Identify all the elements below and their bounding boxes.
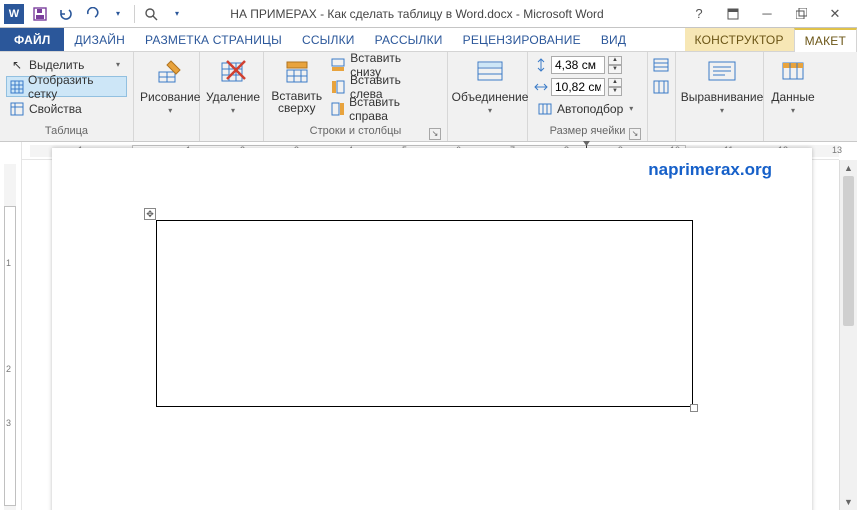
tab-file[interactable]: ФАЙЛ bbox=[0, 28, 64, 51]
distribute-cols-button[interactable] bbox=[650, 76, 672, 97]
restore-button[interactable] bbox=[787, 3, 815, 25]
tab-page-layout[interactable]: РАЗМЕТКА СТРАНИЦЫ bbox=[135, 28, 292, 51]
page: naprimerax.org ✥ bbox=[52, 148, 812, 510]
properties-button[interactable]: Свойства bbox=[6, 98, 127, 119]
group-table-label: Таблица bbox=[45, 125, 88, 137]
data-label: Данные bbox=[771, 90, 814, 104]
insert-right-label: Вставить справа bbox=[349, 95, 434, 123]
distribute-rows-button[interactable] bbox=[650, 54, 672, 75]
properties-label: Свойства bbox=[29, 102, 82, 116]
tab-table-design[interactable]: КОНСТРУКТОР bbox=[685, 28, 794, 51]
scroll-down[interactable]: ▼ bbox=[840, 494, 857, 510]
redo-button[interactable] bbox=[80, 3, 104, 25]
col-width-input[interactable] bbox=[551, 78, 605, 96]
merge-button[interactable]: Объединение▾ bbox=[454, 54, 526, 115]
quick-access-toolbar: ▾ ▾ bbox=[28, 3, 189, 25]
grid-icon bbox=[9, 79, 24, 95]
table-move-handle[interactable]: ✥ bbox=[144, 208, 156, 220]
height-down[interactable]: ▼ bbox=[608, 65, 622, 74]
alignment-button[interactable]: Выравнивание▾ bbox=[682, 54, 762, 115]
qat-customize-button[interactable]: ▾ bbox=[106, 3, 130, 25]
autofit-button[interactable]: Автоподбор ▾ bbox=[534, 98, 641, 119]
view-gridlines-button[interactable]: Отобразить сетку bbox=[6, 76, 127, 97]
save-button[interactable] bbox=[28, 3, 52, 25]
insert-right-button[interactable]: Вставить справа bbox=[328, 98, 441, 119]
vertical-ruler[interactable]: 1 2 3 bbox=[0, 142, 22, 510]
data-icon bbox=[777, 56, 809, 88]
height-up[interactable]: ▲ bbox=[608, 56, 622, 65]
print-preview-button[interactable] bbox=[139, 3, 163, 25]
draw-label: Рисование bbox=[140, 90, 200, 104]
tab-view[interactable]: ВИД bbox=[591, 28, 636, 51]
window-title: НА ПРИМЕРАХ - Как сделать таблицу в Word… bbox=[189, 7, 685, 21]
delete-button[interactable]: Удаление▾ bbox=[206, 54, 260, 115]
cursor-icon: ↖ bbox=[9, 57, 25, 73]
col-width-icon bbox=[534, 80, 548, 94]
insert-above-icon bbox=[281, 56, 313, 88]
close-button[interactable]: ✕ bbox=[821, 3, 849, 25]
undo-button[interactable] bbox=[54, 3, 78, 25]
group-rowscols-label: Строки и столбцы bbox=[310, 125, 402, 137]
table-resize-handle[interactable] bbox=[690, 404, 698, 412]
row-height-input[interactable] bbox=[551, 56, 605, 74]
watermark: naprimerax.org bbox=[648, 160, 772, 180]
insert-left-icon bbox=[331, 79, 346, 95]
merge-label: Объединение bbox=[452, 90, 529, 104]
draw-table-button[interactable]: Рисование▾ bbox=[140, 54, 200, 115]
align-icon bbox=[706, 56, 738, 88]
scroll-up[interactable]: ▲ bbox=[840, 160, 857, 176]
gridlines-label: Отобразить сетку bbox=[28, 73, 120, 101]
word-app-icon: W bbox=[4, 4, 24, 24]
delete-table-icon bbox=[217, 56, 249, 88]
cellsize-launcher[interactable]: ↘ bbox=[629, 128, 641, 140]
ribbon-tabs: ФАЙЛ ДИЗАЙН РАЗМЕТКА СТРАНИЦЫ ССЫЛКИ РАС… bbox=[0, 28, 857, 52]
merge-icon bbox=[474, 56, 506, 88]
insert-above-label: Вставить сверху bbox=[270, 90, 324, 114]
autofit-label: Автоподбор bbox=[557, 102, 623, 116]
ribbon: ↖ Выделить ▾ Отобразить сетку Свойства Т… bbox=[0, 52, 857, 142]
qat-more-button[interactable]: ▾ bbox=[165, 3, 189, 25]
document-area: L 1 1 2 3 4 5 6 7 8 9 10 11 12 13 1 2 3 … bbox=[0, 142, 857, 510]
ribbon-display-button[interactable] bbox=[719, 3, 747, 25]
distribute-cols-icon bbox=[653, 79, 669, 95]
table-cell[interactable] bbox=[156, 220, 693, 407]
group-cellsize-label: Размер ячейки bbox=[550, 125, 626, 137]
distribute-rows-icon bbox=[653, 57, 669, 73]
rowscols-launcher[interactable]: ↘ bbox=[429, 128, 441, 140]
autofit-icon bbox=[537, 101, 553, 117]
tab-review[interactable]: РЕЦЕНЗИРОВАНИЕ bbox=[453, 28, 591, 51]
minimize-button[interactable]: ─ bbox=[753, 3, 781, 25]
tab-table-layout[interactable]: МАКЕТ bbox=[794, 28, 857, 52]
width-up[interactable]: ▲ bbox=[608, 78, 622, 87]
tab-design[interactable]: ДИЗАЙН bbox=[64, 28, 135, 51]
insert-below-icon bbox=[331, 57, 347, 73]
help-button[interactable]: ? bbox=[685, 3, 713, 25]
properties-icon bbox=[9, 101, 25, 117]
delete-label: Удаление bbox=[206, 90, 260, 104]
tab-mailings[interactable]: РАССЫЛКИ bbox=[365, 28, 453, 51]
data-button[interactable]: Данные▾ bbox=[770, 54, 816, 115]
insert-right-icon bbox=[331, 101, 346, 117]
align-label: Выравнивание bbox=[681, 90, 764, 104]
title-bar: W ▾ ▾ НА ПРИМЕРАХ - Как сделать таблицу … bbox=[0, 0, 857, 28]
document-canvas[interactable]: naprimerax.org ✥ bbox=[22, 142, 839, 510]
tab-references[interactable]: ССЫЛКИ bbox=[292, 28, 365, 51]
width-down[interactable]: ▼ bbox=[608, 87, 622, 96]
vertical-scrollbar[interactable]: ▲ ▼ bbox=[839, 160, 857, 510]
row-height-icon bbox=[534, 58, 548, 72]
pencil-icon bbox=[154, 56, 186, 88]
select-label: Выделить bbox=[29, 58, 84, 72]
scroll-thumb[interactable] bbox=[843, 176, 854, 326]
insert-above-button[interactable]: Вставить сверху bbox=[270, 54, 324, 114]
